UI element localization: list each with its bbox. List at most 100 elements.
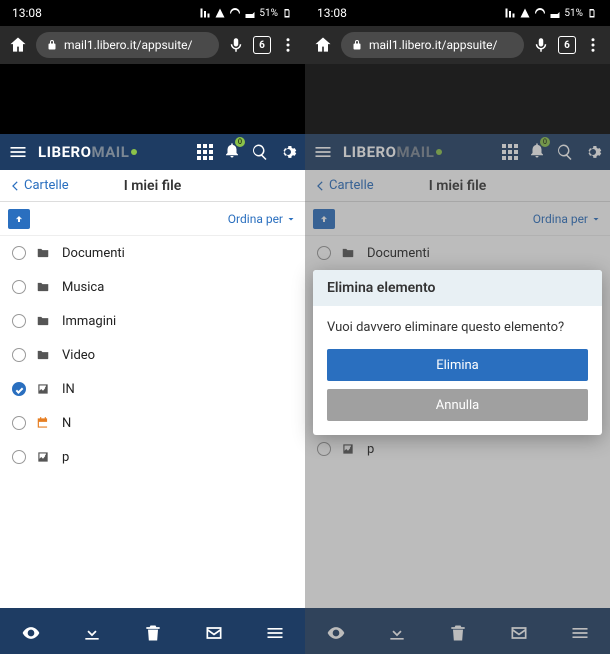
- app-logo: LIBEROMAIL: [343, 143, 442, 161]
- select-radio[interactable]: [317, 246, 331, 260]
- back-button[interactable]: Cartelle: [313, 178, 374, 193]
- apps-icon[interactable]: [197, 144, 213, 160]
- search-icon[interactable]: [251, 143, 269, 161]
- view-icon[interactable]: [326, 623, 346, 643]
- url-text: mail1.libero.it/appsuite/: [369, 38, 497, 52]
- left-screenshot: 13:08 51% mail1.libero.it/appsuite/ 6 LI…: [0, 0, 305, 654]
- browser-bar: mail1.libero.it/appsuite/ 6: [0, 26, 305, 64]
- select-radio[interactable]: [12, 382, 26, 396]
- sort-button[interactable]: Ordina per: [228, 212, 297, 226]
- file-name: N: [62, 416, 71, 431]
- list-item[interactable]: Immagini: [0, 304, 305, 338]
- cancel-button[interactable]: Annulla: [327, 389, 588, 421]
- download-icon[interactable]: [387, 623, 407, 643]
- trash-icon[interactable]: [448, 623, 468, 643]
- home-icon[interactable]: [313, 35, 333, 55]
- image-icon: [36, 382, 52, 396]
- list-item[interactable]: Video: [0, 338, 305, 372]
- more-icon[interactable]: [570, 623, 590, 643]
- menu-icon[interactable]: [8, 142, 28, 162]
- list-item[interactable]: Documenti: [305, 236, 610, 270]
- lock-icon: [46, 39, 58, 51]
- app-bar: LIBEROMAIL 0: [0, 134, 305, 170]
- file-name: Immagini: [62, 314, 116, 329]
- folder-icon: [341, 246, 357, 260]
- page-gap: [0, 64, 305, 134]
- cal-icon: [36, 416, 52, 430]
- list-item[interactable]: p: [0, 440, 305, 474]
- list-item[interactable]: p: [305, 432, 610, 466]
- sub-bar: Cartelle I miei file: [305, 170, 610, 202]
- home-icon[interactable]: [8, 35, 28, 55]
- file-list-left: Documenti Musica Immagini Video IN Np: [0, 236, 305, 608]
- lock-icon: [351, 39, 363, 51]
- menu-icon[interactable]: [313, 142, 333, 162]
- view-icon[interactable]: [21, 623, 41, 643]
- image-icon: [341, 442, 357, 456]
- select-radio[interactable]: [12, 246, 26, 260]
- delete-modal: Elimina elemento Vuoi davvero eliminare …: [313, 270, 602, 435]
- select-radio[interactable]: [12, 280, 26, 294]
- breadcrumb-root-icon[interactable]: [8, 209, 30, 229]
- sort-bar: Ordina per: [0, 202, 305, 236]
- page-gap: [305, 64, 610, 134]
- select-radio[interactable]: [317, 442, 331, 456]
- folder-icon: [36, 348, 52, 362]
- list-item[interactable]: Musica: [0, 270, 305, 304]
- apps-icon[interactable]: [502, 144, 518, 160]
- mic-icon[interactable]: [227, 36, 245, 54]
- select-radio[interactable]: [12, 416, 26, 430]
- more-icon[interactable]: [265, 623, 285, 643]
- url-text: mail1.libero.it/appsuite/: [64, 38, 192, 52]
- gear-icon[interactable]: [279, 143, 297, 161]
- url-bar[interactable]: mail1.libero.it/appsuite/: [341, 32, 524, 58]
- file-name: IN: [62, 382, 75, 397]
- tab-count[interactable]: 6: [558, 36, 576, 54]
- list-item[interactable]: IN: [0, 372, 305, 406]
- select-radio[interactable]: [12, 314, 26, 328]
- mic-icon[interactable]: [532, 36, 550, 54]
- search-icon[interactable]: [556, 143, 574, 161]
- select-radio[interactable]: [12, 450, 26, 464]
- folder-icon: [36, 280, 52, 294]
- sub-bar: Cartelle I miei file: [0, 170, 305, 202]
- page-title: I miei file: [429, 178, 486, 194]
- list-item[interactable]: N: [0, 406, 305, 440]
- bell-icon[interactable]: 0: [223, 141, 241, 163]
- mail-icon[interactable]: [204, 623, 224, 643]
- right-screenshot: 13:08 51% mail1.libero.it/appsuite/ 6 LI…: [305, 0, 610, 654]
- modal-message: Vuoi davvero eliminare questo elemento?: [313, 306, 602, 349]
- back-button[interactable]: Cartelle: [8, 178, 69, 193]
- sort-button[interactable]: Ordina per: [533, 212, 602, 226]
- url-bar[interactable]: mail1.libero.it/appsuite/: [36, 32, 219, 58]
- bottom-bar: [305, 608, 610, 654]
- trash-icon[interactable]: [143, 623, 163, 643]
- download-icon[interactable]: [82, 623, 102, 643]
- kebab-icon[interactable]: [279, 36, 297, 54]
- image-icon: [36, 450, 52, 464]
- file-name: Musica: [62, 280, 104, 295]
- list-item[interactable]: Documenti: [0, 236, 305, 270]
- confirm-delete-button[interactable]: Elimina: [327, 349, 588, 381]
- mail-icon[interactable]: [509, 623, 529, 643]
- page-title: I miei file: [124, 178, 181, 194]
- caret-down-icon: [285, 213, 297, 225]
- file-name: Documenti: [367, 246, 430, 261]
- browser-bar: mail1.libero.it/appsuite/ 6: [305, 26, 610, 64]
- breadcrumb-root-icon[interactable]: [313, 209, 335, 229]
- app-logo: LIBEROMAIL: [38, 143, 137, 161]
- bell-icon[interactable]: 0: [528, 141, 546, 163]
- folder-icon: [36, 246, 52, 260]
- file-name: p: [62, 450, 69, 465]
- status-time: 13:08: [12, 6, 42, 20]
- tab-count[interactable]: 6: [253, 36, 271, 54]
- select-radio[interactable]: [12, 348, 26, 362]
- file-name: Documenti: [62, 246, 125, 261]
- kebab-icon[interactable]: [584, 36, 602, 54]
- status-icons: 51%: [504, 7, 598, 19]
- status-bar: 13:08 51%: [305, 0, 610, 26]
- gear-icon[interactable]: [584, 143, 602, 161]
- bottom-bar: [0, 608, 305, 654]
- caret-down-icon: [590, 213, 602, 225]
- chevron-left-icon: [313, 179, 327, 193]
